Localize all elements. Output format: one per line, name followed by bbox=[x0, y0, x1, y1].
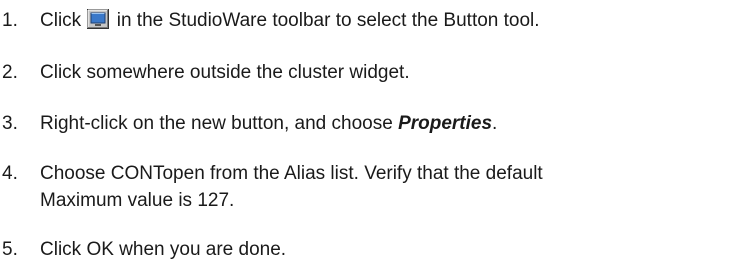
instruction-steps: 1. Click in the StudioWare toolbar to se… bbox=[0, 0, 750, 268]
step-text-line-2: Maximum value is 127. bbox=[40, 190, 235, 211]
step-text: Click in the StudioWare toolbar to selec… bbox=[40, 7, 540, 34]
step-text-after: . bbox=[492, 113, 498, 134]
step-text-after: in the StudioWare toolbar to select the … bbox=[116, 10, 540, 31]
step-number: 4. bbox=[2, 163, 18, 184]
step-number: 5. bbox=[2, 239, 18, 260]
step-text: Click somewhere outside the cluster widg… bbox=[40, 62, 410, 83]
step-text: Choose CONTopen from the Alias list. Ver… bbox=[40, 160, 543, 214]
step-text-before: Right-click on the new button, and choos… bbox=[40, 113, 399, 134]
step-number: 2. bbox=[2, 62, 18, 83]
step-number: 1. bbox=[2, 10, 18, 31]
step-text-line-1: Choose CONTopen from the Alias list. Ver… bbox=[40, 163, 543, 184]
properties-emphasis: Properties bbox=[398, 113, 493, 134]
step-number: 3. bbox=[2, 113, 18, 134]
button-tool-icon bbox=[87, 9, 110, 29]
step-text: Click OK when you are done. bbox=[40, 239, 287, 260]
step-text-before: Click bbox=[40, 10, 82, 31]
step-text: Right-click on the new button, and choos… bbox=[40, 110, 497, 137]
